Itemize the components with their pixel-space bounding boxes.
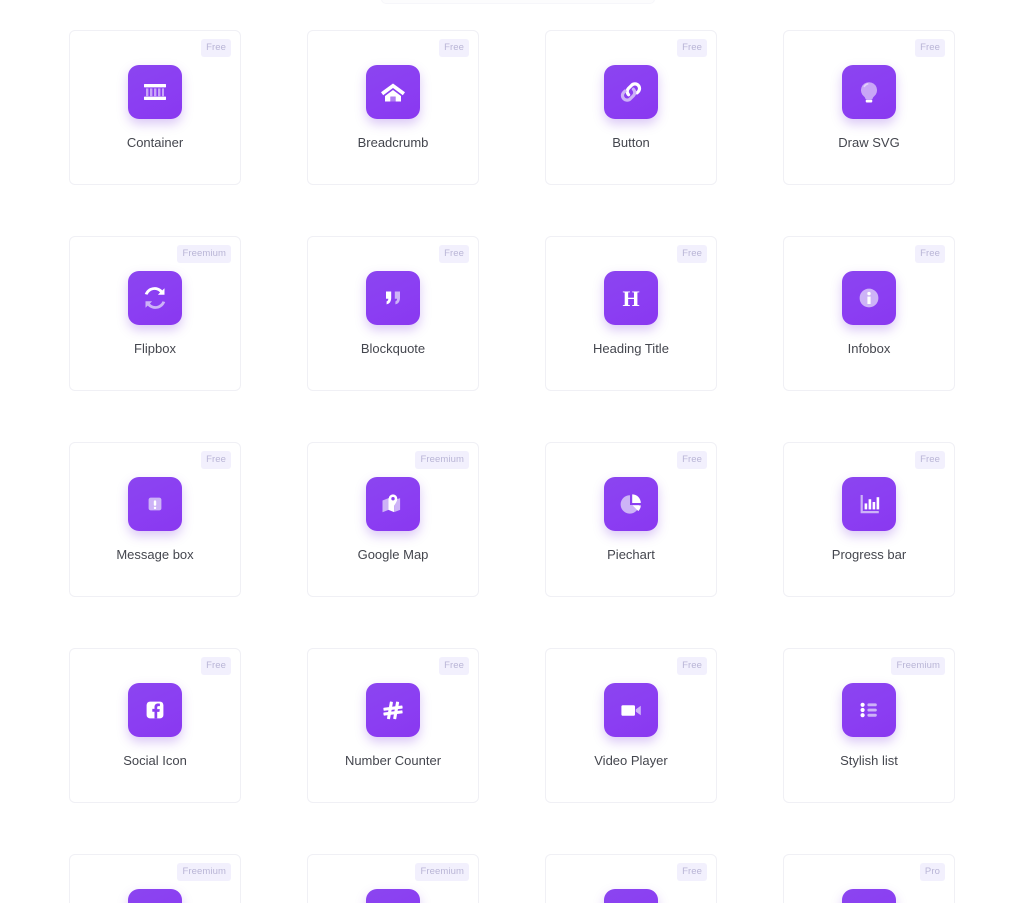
widget-label: Number Counter (344, 753, 442, 768)
status-badge: Free (915, 451, 945, 469)
document-page-icon (604, 889, 658, 903)
info-circle-icon (842, 271, 896, 325)
widget-card-social-icon[interactable]: Free Social Icon (69, 648, 241, 803)
status-badge: Free (439, 245, 469, 263)
image-icon (366, 889, 420, 903)
status-badge: Free (439, 657, 469, 675)
widget-card-blockquote[interactable]: Free Blockquote (307, 236, 479, 391)
widget-card-flipbox[interactable]: Freemium Flipbox (69, 236, 241, 391)
widget-grid: Free Container Free Breadcrumb Free Butt… (69, 30, 955, 903)
status-badge: Free (439, 39, 469, 57)
widget-card-image[interactable]: Freemium (307, 854, 479, 903)
widget-label: Piechart (607, 547, 655, 562)
pie-slice-icon (842, 889, 896, 903)
widget-card-button[interactable]: Free Button (545, 30, 717, 185)
status-badge: Free (915, 245, 945, 263)
widget-card-progress-bar[interactable]: Free Progress bar (783, 442, 955, 597)
status-badge: Pro (919, 863, 945, 881)
widget-card-document-page[interactable]: Free (545, 854, 717, 903)
video-camera-icon (604, 683, 658, 737)
widget-label: Blockquote (360, 341, 426, 356)
bullet-list-icon (842, 683, 896, 737)
status-badge: Freemium (415, 451, 469, 469)
hash-icon (366, 683, 420, 737)
widget-label: Button (612, 135, 650, 150)
widget-label: Container (126, 135, 184, 150)
status-badge: Freemium (177, 245, 231, 263)
widget-card-piechart[interactable]: Free Piechart (545, 442, 717, 597)
widget-card-form-input[interactable]: Freemium (69, 854, 241, 903)
status-badge: Free (677, 657, 707, 675)
widget-card-pie-slice[interactable]: Pro (783, 854, 955, 903)
status-badge: Free (201, 451, 231, 469)
status-badge: Free (915, 39, 945, 57)
map-pin-icon (366, 477, 420, 531)
widget-label: Social Icon (123, 753, 187, 768)
form-input-icon (128, 889, 182, 903)
widget-card-infobox[interactable]: Free Infobox (783, 236, 955, 391)
widget-label: Breadcrumb (357, 135, 429, 150)
widget-label: Message box (116, 547, 194, 562)
quote-marks-icon (366, 271, 420, 325)
home-icon (366, 65, 420, 119)
svg-text:H: H (622, 286, 639, 311)
widget-label: Infobox (847, 341, 891, 356)
widget-label: Video Player (594, 753, 668, 768)
widget-card-message-box[interactable]: Free Message box (69, 442, 241, 597)
flip-arrows-icon (128, 271, 182, 325)
widget-label: Progress bar (831, 547, 907, 562)
widget-card-google-map[interactable]: Freemium Google Map (307, 442, 479, 597)
exclamation-box-icon (128, 477, 182, 531)
status-badge: Free (677, 863, 707, 881)
status-badge: Freemium (891, 657, 945, 675)
widget-card-video-player[interactable]: Free Video Player (545, 648, 717, 803)
pie-chart-icon (604, 477, 658, 531)
heading-h-icon: H (604, 271, 658, 325)
bar-chart-icon (842, 477, 896, 531)
status-badge: Free (201, 657, 231, 675)
widget-card-stylish-list[interactable]: Freemium Stylish list (783, 648, 955, 803)
status-badge: Free (677, 451, 707, 469)
widget-library-page: Free Container Free Breadcrumb Free Butt… (0, 0, 1024, 903)
widget-card-heading-title[interactable]: Free H Heading Title (545, 236, 717, 391)
status-badge: Freemium (415, 863, 469, 881)
lightbulb-icon (842, 65, 896, 119)
widget-label: Draw SVG (838, 135, 900, 150)
status-badge: Freemium (177, 863, 231, 881)
widget-label: Flipbox (134, 341, 176, 356)
widget-card-container[interactable]: Free Container (69, 30, 241, 185)
link-chain-icon (604, 65, 658, 119)
facebook-icon (128, 683, 182, 737)
widget-label: Stylish list (840, 753, 898, 768)
status-badge: Free (677, 245, 707, 263)
widget-card-draw-svg[interactable]: Free Draw SVG (783, 30, 955, 185)
status-badge: Free (201, 39, 231, 57)
status-badge: Free (677, 39, 707, 57)
top-clipped-element (381, 0, 655, 4)
container-icon (128, 65, 182, 119)
widget-label: Heading Title (593, 341, 669, 356)
widget-card-breadcrumb[interactable]: Free Breadcrumb (307, 30, 479, 185)
widget-label: Google Map (357, 547, 429, 562)
widget-card-number-counter[interactable]: Free Number Counter (307, 648, 479, 803)
